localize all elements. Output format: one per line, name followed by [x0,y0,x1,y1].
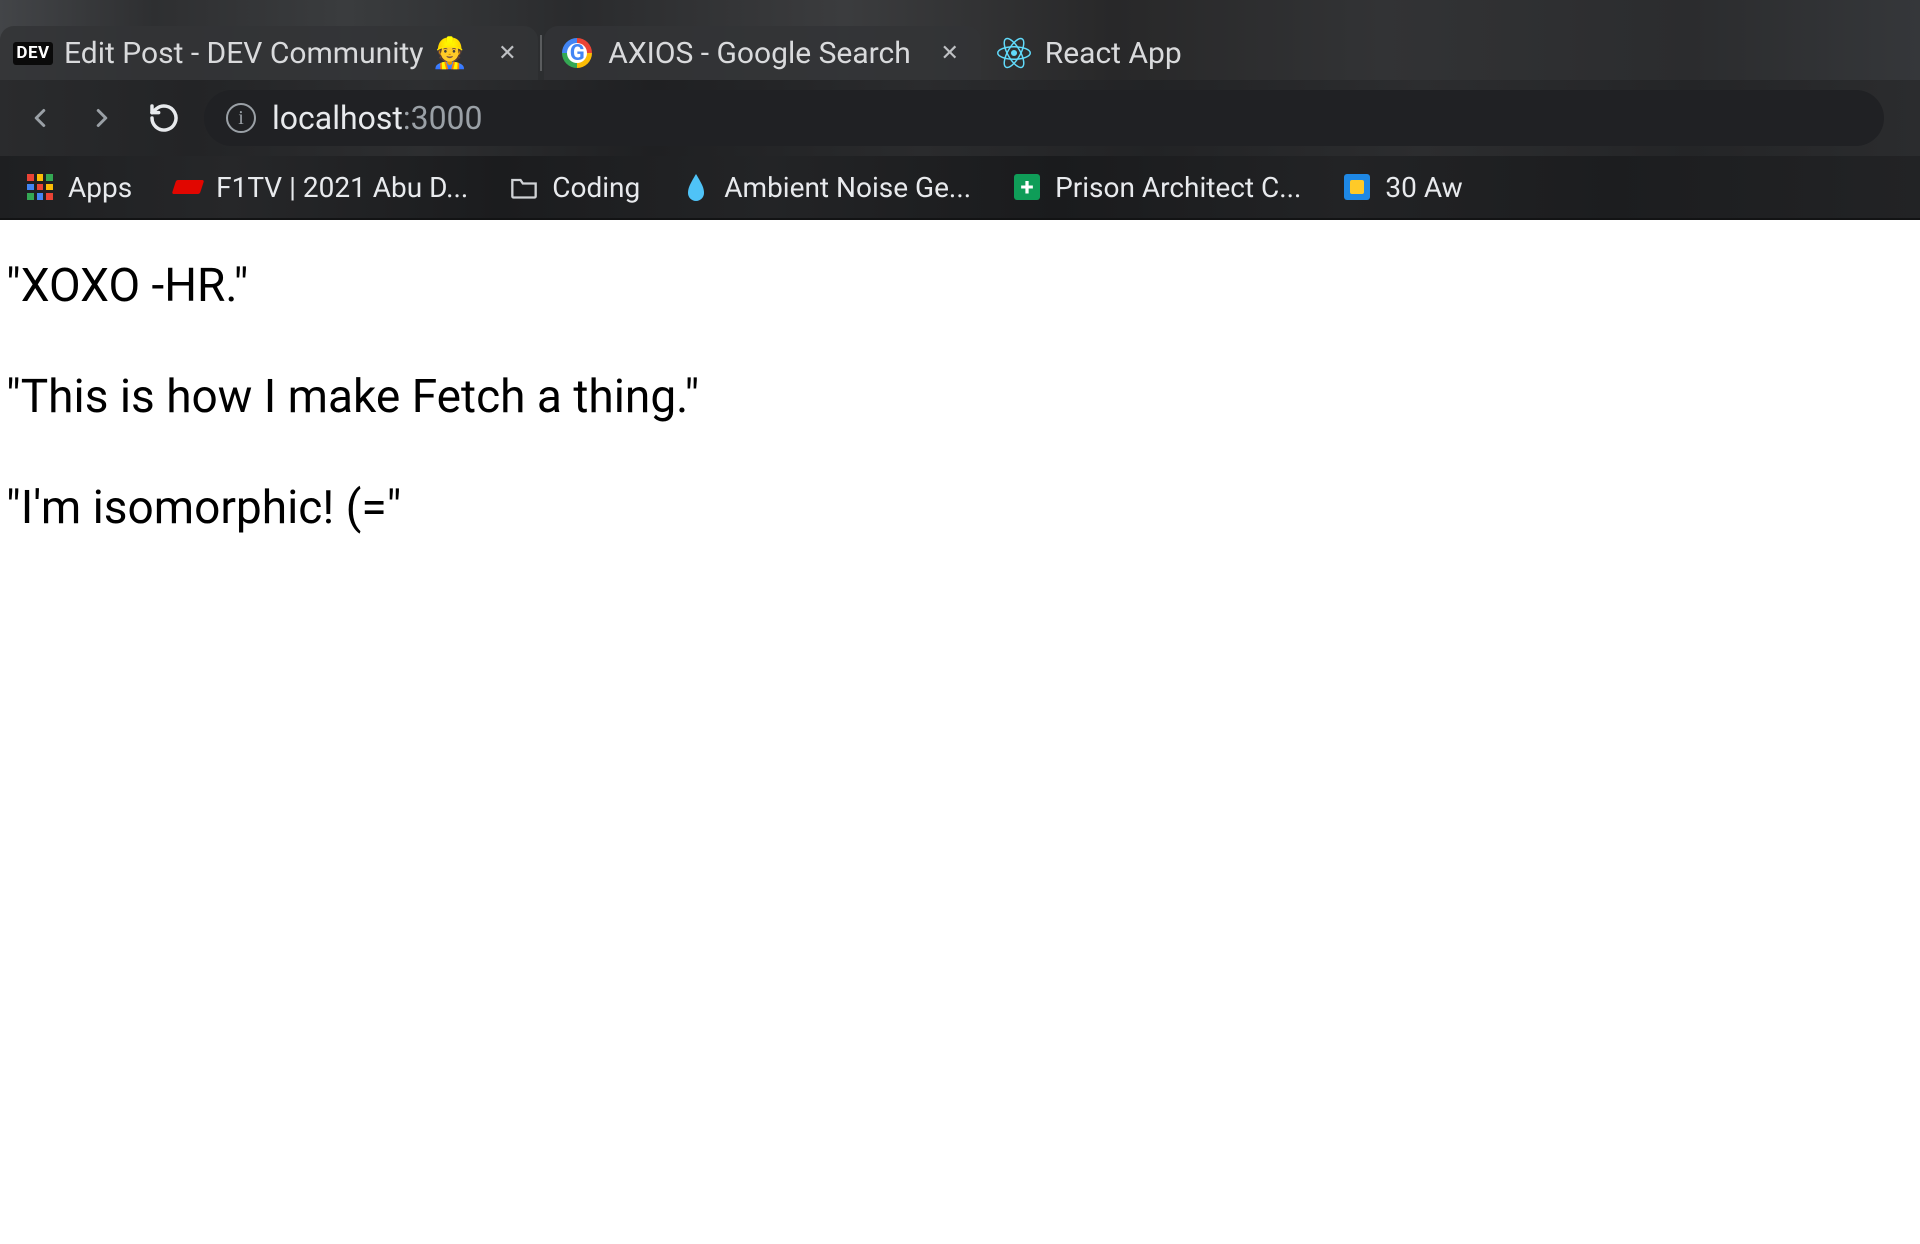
site-info-icon[interactable]: i [226,103,256,133]
tab-label: AXIOS - Google Search [608,36,910,71]
bookmark-label: Prison Architect C... [1055,171,1301,204]
bookmark-30-aw[interactable]: 30 Aw [1343,171,1462,204]
url-text: localhost:3000 [272,99,483,137]
close-tab-button[interactable]: ✕ [937,40,963,66]
google-favicon-icon: G [560,36,594,70]
browser-toolbar: i localhost:3000 [0,80,1920,156]
bookmark-f1tv[interactable]: F1TV | 2021 Abu D... [174,171,468,204]
bookmark-ambient-noise[interactable]: Ambient Noise Ge... [682,171,971,204]
bookmark-coding-folder[interactable]: Coding [510,171,640,204]
bookmark-label: F1TV | 2021 Abu D... [216,171,468,204]
tab-google-search[interactable]: G AXIOS - Google Search ✕ [544,26,980,80]
tab-label: React App [1045,36,1182,71]
folder-icon [510,173,538,201]
droplet-icon [682,173,710,201]
dev-favicon-icon: DEV [16,36,50,70]
plus-square-icon: + [1013,173,1041,201]
close-tab-button[interactable]: ✕ [494,40,520,66]
back-button[interactable] [18,96,62,140]
bookmarks-bar: Apps F1TV | 2021 Abu D... Coding Ambient… [0,156,1920,220]
tab-edit-post[interactable]: DEV Edit Post - DEV Community 👷 ✕ [0,26,538,80]
page-content: "XOXO -HR." "This is how I make Fetch a … [0,220,1920,1244]
bookmark-label: Coding [552,171,640,204]
bookmark-apps[interactable]: Apps [26,171,132,204]
react-favicon-icon [997,36,1031,70]
tab-react-app[interactable]: React App [981,26,1200,80]
tab-label: Edit Post - DEV Community 👷 [64,36,468,71]
content-line: "This is how I make Fetch a thing." [6,371,1920,424]
content-line: "XOXO -HR." [6,260,1920,313]
tab-separator [540,35,542,71]
bookmark-label: Ambient Noise Ge... [724,171,971,204]
tab-strip: DEV Edit Post - DEV Community 👷 ✕ G AXIO… [0,0,1920,80]
square-icon [1343,173,1371,201]
reload-button[interactable] [142,96,186,140]
apps-grid-icon [26,173,54,201]
forward-button[interactable] [80,96,124,140]
bookmark-prison-architect[interactable]: + Prison Architect C... [1013,171,1301,204]
content-line: "I'm isomorphic! (=" [6,482,1920,535]
bookmark-label: 30 Aw [1385,171,1462,204]
f1-icon [174,173,202,201]
address-bar[interactable]: i localhost:3000 [204,90,1884,146]
bookmark-label: Apps [68,171,132,204]
